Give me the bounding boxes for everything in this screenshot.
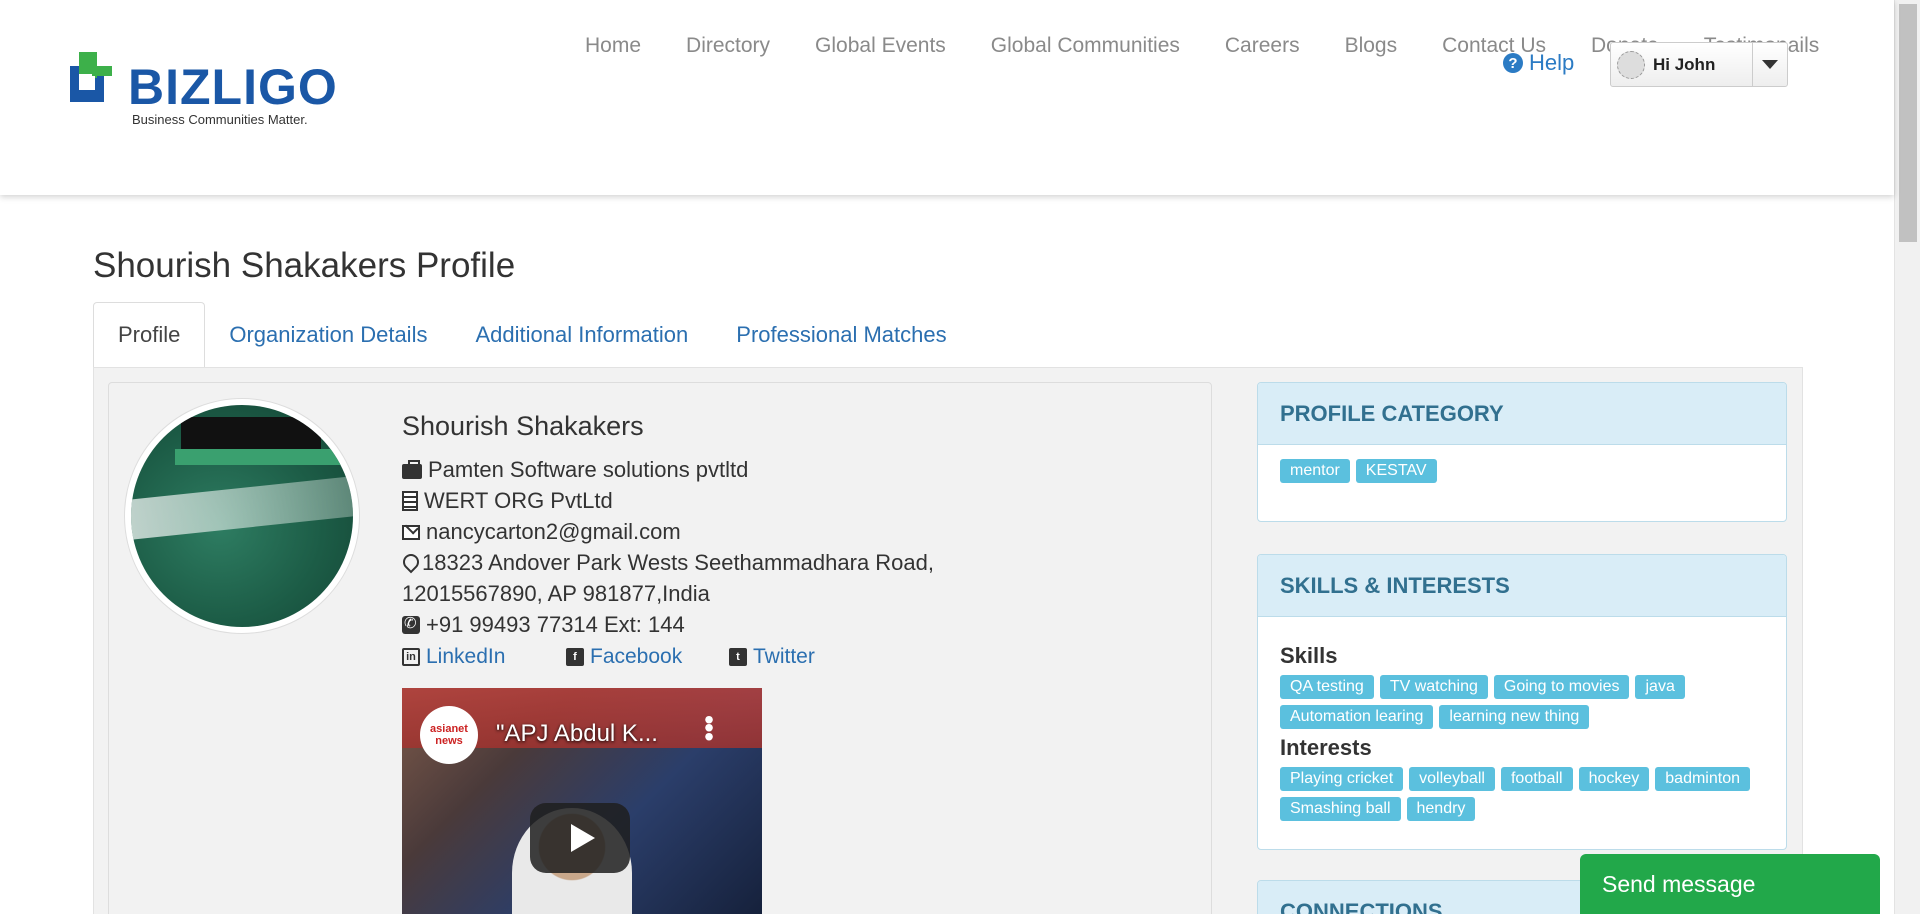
help-link[interactable]: ? Help: [1503, 50, 1574, 76]
interest-tag: hockey: [1578, 767, 1650, 791]
address-line-1: 18323 Andover Park Wests Seethammadhara …: [422, 550, 935, 575]
skill-tag: QA testing: [1280, 675, 1374, 699]
page-scrollbar[interactable]: [1894, 0, 1920, 914]
phone-number: +91 99493 77314 Ext: 144: [426, 612, 685, 637]
send-message-button[interactable]: Send message: [1580, 854, 1880, 914]
brand-name: BIZLIGO: [128, 59, 338, 115]
profile-name: Shourish Shakakers: [402, 411, 644, 441]
embedded-video[interactable]: asianet news "APJ Abdul K... • • •: [402, 688, 762, 914]
channel-logo[interactable]: asianet news: [420, 706, 478, 764]
interest-tag: Playing cricket: [1280, 767, 1404, 791]
panel-heading: PROFILE CATEGORY: [1258, 383, 1786, 445]
interest-tag: football: [1500, 767, 1573, 791]
play-icon: [571, 824, 595, 852]
nav-blogs[interactable]: Blogs: [1345, 34, 1398, 58]
profile-category-panel: PROFILE CATEGORY mentor KESTAV: [1257, 382, 1787, 522]
twitter-label: Twitter: [753, 645, 815, 668]
category-tag: mentor: [1280, 459, 1350, 483]
interest-tag: Smashing ball: [1280, 797, 1401, 821]
category-tag: KESTAV: [1355, 459, 1437, 483]
play-button[interactable]: [530, 803, 630, 873]
caret-down-icon: [1762, 60, 1778, 69]
skills-label: Skills: [1280, 643, 1338, 668]
nav-global-events[interactable]: Global Events: [815, 34, 946, 58]
help-label: Help: [1529, 50, 1575, 75]
company-row: Pamten Software solutions pvtltd: [402, 457, 748, 483]
nav-directory[interactable]: Directory: [686, 34, 770, 58]
scrollbar-thumb[interactable]: [1899, 4, 1917, 242]
tab-additional-information[interactable]: Additional Information: [451, 302, 712, 368]
skills-tags: QA testing TV watching Going to movies j…: [1280, 675, 1764, 729]
tab-organization-details[interactable]: Organization Details: [205, 302, 451, 368]
site-header: BIZLIGO Business Communities Matter. Hom…: [0, 0, 1894, 195]
envelope-icon: [402, 524, 420, 540]
building-icon: [402, 491, 418, 511]
linkedin-label: LinkedIn: [426, 645, 506, 668]
interests-label: Interests: [1280, 735, 1372, 760]
nav-home[interactable]: Home: [585, 34, 641, 58]
briefcase-icon: [402, 460, 422, 479]
twitter-link[interactable]: t Twitter: [729, 645, 815, 669]
linkedin-link[interactable]: in LinkedIn: [402, 645, 505, 669]
skill-tag: TV watching: [1379, 675, 1488, 699]
video-title[interactable]: "APJ Abdul K...: [496, 720, 658, 748]
address-row-2: 12015567890, AP 981877,India: [402, 581, 710, 607]
map-marker-icon: [402, 554, 416, 572]
user-menu-button[interactable]: Hi John: [1611, 43, 1753, 86]
bizligo-logo[interactable]: BIZLIGO Business Communities Matter.: [70, 52, 340, 132]
nav-careers[interactable]: Careers: [1225, 34, 1300, 58]
organization-row: WERT ORG PvtLtd: [402, 488, 613, 514]
nav-global-communities[interactable]: Global Communities: [991, 34, 1180, 58]
user-avatar-icon: [1617, 50, 1645, 79]
address-line-2: 12015567890, AP 981877,India: [402, 581, 710, 606]
phone-icon: [402, 614, 420, 634]
profile-photo: [124, 398, 360, 634]
linkedin-icon: in: [402, 648, 420, 666]
interests-tags: Playing cricket volleyball football hock…: [1280, 767, 1764, 821]
user-menu[interactable]: Hi John: [1610, 42, 1788, 87]
phone-row: +91 99493 77314 Ext: 144: [402, 612, 685, 638]
tab-professional-matches[interactable]: Professional Matches: [712, 302, 970, 368]
profile-tabs: Profile Organization Details Additional …: [93, 302, 1803, 368]
category-tags: mentor KESTAV: [1280, 459, 1764, 483]
user-greeting: Hi John: [1653, 54, 1716, 74]
brand-tagline: Business Communities Matter.: [132, 112, 308, 127]
facebook-icon: f: [566, 648, 584, 666]
page-title: Shourish Shakakers Profile: [93, 246, 516, 285]
tab-profile[interactable]: Profile: [93, 302, 206, 368]
skill-tag: Going to movies: [1493, 675, 1630, 699]
address-row: 18323 Andover Park Wests Seethammadhara …: [402, 550, 934, 576]
skills-interests-panel: SKILLS & INTERESTS Skills QA testing TV …: [1257, 554, 1787, 850]
email-address: nancycarton2@gmail.com: [426, 519, 681, 544]
user-menu-toggle[interactable]: [1753, 43, 1787, 86]
skill-tag: java: [1635, 675, 1685, 699]
panel-heading: SKILLS & INTERESTS: [1258, 555, 1786, 617]
facebook-link[interactable]: f Facebook: [566, 645, 682, 669]
email-row: nancycarton2@gmail.com: [402, 519, 681, 545]
skill-tag: learning new thing: [1439, 705, 1590, 729]
interest-tag: volleyball: [1409, 767, 1495, 791]
organization-name: WERT ORG PvtLtd: [424, 488, 613, 513]
company-name: Pamten Software solutions pvtltd: [428, 457, 749, 482]
interest-tag: hendry: [1406, 797, 1476, 821]
skill-tag: Automation learing: [1280, 705, 1434, 729]
interest-tag: badminton: [1655, 767, 1750, 791]
more-vert-icon[interactable]: • • •: [702, 705, 716, 750]
facebook-label: Facebook: [590, 645, 683, 668]
logo-mark-icon: [70, 52, 112, 102]
twitter-icon: t: [729, 648, 747, 666]
question-circle-icon: ?: [1503, 53, 1523, 73]
